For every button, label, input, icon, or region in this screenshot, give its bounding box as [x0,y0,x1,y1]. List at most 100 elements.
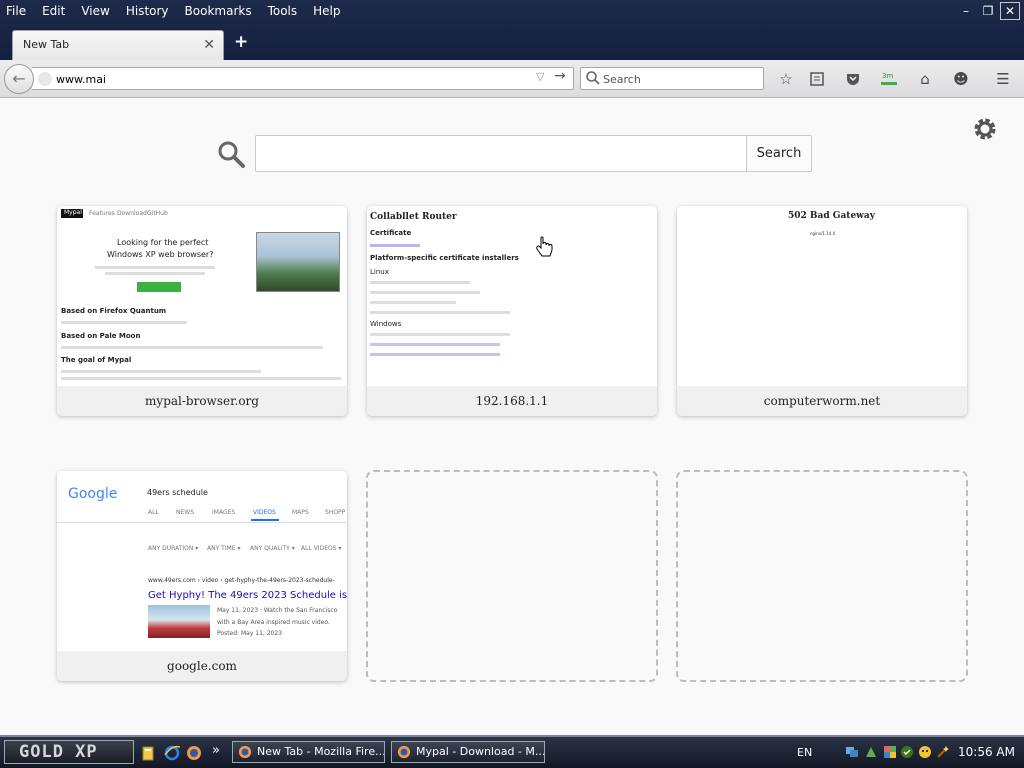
thumb-line [61,370,261,373]
back-button[interactable]: ← [4,64,34,94]
navigation-toolbar: ▽ → ← ☆ 3m ⌂ ☻ ☰ [0,60,1024,98]
thumb-text: ALL VIDEOS ▾ [301,545,342,552]
taskbar-item-new-tab[interactable]: New Tab - Mozilla Fire... [232,741,385,763]
tile-title: 192.168.1.1 [367,386,657,416]
menu-tools[interactable]: Tools [260,1,306,21]
thumb-text: www.49ers.com › video › get-hyphy-the-49… [148,577,335,584]
new-tab-button[interactable]: + [234,32,248,52]
top-site-tile-google[interactable]: Google 49ers schedule ALL NEWS IMAGES VI… [57,471,347,681]
thumb-line [61,377,341,380]
hamburger-menu-icon[interactable]: ☰ [992,68,1014,90]
menu-bookmarks[interactable]: Bookmarks [177,1,260,21]
taskbar-item-mypal-download[interactable]: Mypal - Download - M... [391,741,545,763]
thumb-text: SHOPP [325,509,346,516]
top-site-tile-mypal[interactable]: Mypal Features Download GitHub Looking f… [57,206,347,416]
thumb-line [95,266,215,269]
bookmark-star-icon[interactable]: ☆ [775,68,797,90]
thumb-text: ANY QUALITY ▾ [250,545,295,552]
thumb-text: 502 Bad Gateway [788,211,875,221]
gear-icon[interactable] [971,115,999,143]
tab-label: New Tab [23,38,70,51]
system-clock[interactable]: 10:56 AM [958,745,1015,759]
thumb-text: Windows XP web browser? [107,250,214,259]
close-window-button[interactable]: ✕ [1000,2,1020,20]
new-tab-page: Search Mypal Features Download GitHub Lo… [0,99,1024,735]
thumb-link-line [370,244,420,247]
wand-icon[interactable] [936,745,950,759]
toolbar-search-bar[interactable] [580,67,764,90]
internet-explorer-icon[interactable] [164,745,180,761]
thumb-video-image [148,605,210,638]
thumb-line [370,311,510,314]
thumb-text: Certificate [370,229,412,237]
thumb-line [61,321,187,324]
language-indicator[interactable]: EN [797,746,812,759]
menu-view[interactable]: View [73,1,117,21]
thumb-text: VIDEOS [253,509,276,516]
thumb-link-line [370,353,500,356]
thumb-text: Platform-specific certificate installers [370,254,519,262]
tab-new-tab[interactable]: New Tab ✕ [12,30,224,60]
tile-title: mypal-browser.org [57,386,347,416]
minimize-button[interactable]: – [956,2,976,20]
firefox-icon[interactable] [186,745,202,761]
menu-file[interactable]: File [0,1,34,21]
quicklaunch-overflow-icon[interactable]: » [212,743,220,758]
window-controls: – ❐ ✕ [956,2,1020,20]
window-frame: File Edit View History Bookmarks Tools H… [0,0,1024,60]
thumb-screenshot-image [256,232,340,292]
home-icon[interactable]: ⌂ [914,68,936,90]
sync-face-icon[interactable]: ☻ [950,68,972,90]
thumb-text: Based on Pale Moon [61,332,141,340]
tray-arrow-icon[interactable] [864,745,878,759]
thumb-text: NEWS [176,509,195,516]
downloads-icon[interactable]: 3m [878,68,900,90]
menu-history[interactable]: History [118,1,177,21]
url-input[interactable] [56,70,526,88]
reading-list-icon[interactable] [806,68,828,90]
thumb-text: ALL [148,509,159,516]
network-icon[interactable] [845,745,859,759]
tile-thumbnail: 502 Bad Gateway nginx/1.14.0 [677,206,967,386]
restore-button[interactable]: ❐ [978,2,998,20]
thumb-download-button [137,282,181,292]
thumb-result-title: Get Hyphy! The 49ers 2023 Schedule is He… [148,590,347,601]
tile-thumbnail: Collabllet Router Certificate Platform-s… [367,206,657,386]
back-arrow-icon: ← [12,69,26,88]
menu-edit[interactable]: Edit [34,1,73,21]
tile-title: computerworm.net [677,386,967,416]
empty-tile-slot[interactable] [366,470,658,682]
tab-close-icon[interactable]: ✕ [203,37,215,53]
taskbar-item-label: New Tab - Mozilla Fire... [257,745,385,758]
menu-help[interactable]: Help [305,1,348,21]
security-shield-icon[interactable] [883,745,897,759]
top-site-tile-computerworm[interactable]: 502 Bad Gateway nginx/1.14.0 computerwor… [677,206,967,416]
url-dropdown-icon[interactable]: ▽ [536,70,544,83]
thumb-line [61,346,323,349]
thumb-line [370,301,456,304]
thumb-text: Features [89,210,115,217]
tile-thumbnail: Google 49ers schedule ALL NEWS IMAGES VI… [57,471,347,651]
top-site-tile-router[interactable]: Collabllet Router Certificate Platform-s… [367,206,657,416]
thumb-text: GitHub [147,210,168,217]
thumb-text: May 11, 2023 · Watch the San Francisco [217,607,338,614]
firefox-icon [238,745,252,759]
smiley-icon[interactable] [918,745,932,759]
hand-cursor-icon [536,236,553,257]
url-bar[interactable]: ▽ → [32,67,574,90]
thumb-text: Download [117,210,147,217]
tab-strip: New Tab ✕ + [0,22,1024,60]
page-search-button[interactable]: Search [746,135,812,172]
thumb-line [370,281,470,284]
thumb-line [370,291,480,294]
start-button[interactable]: GOLD XP [4,740,134,764]
toolbar-search-input[interactable] [603,70,753,88]
empty-tile-slot[interactable] [676,470,968,682]
page-search-input[interactable] [255,135,747,172]
folder-icon[interactable] [141,745,157,761]
page-favicon-icon [38,72,52,86]
go-arrow-icon[interactable]: → [554,68,566,84]
pocket-icon[interactable] [842,68,864,90]
google-logo: Google [68,486,118,502]
update-icon[interactable] [900,745,914,759]
